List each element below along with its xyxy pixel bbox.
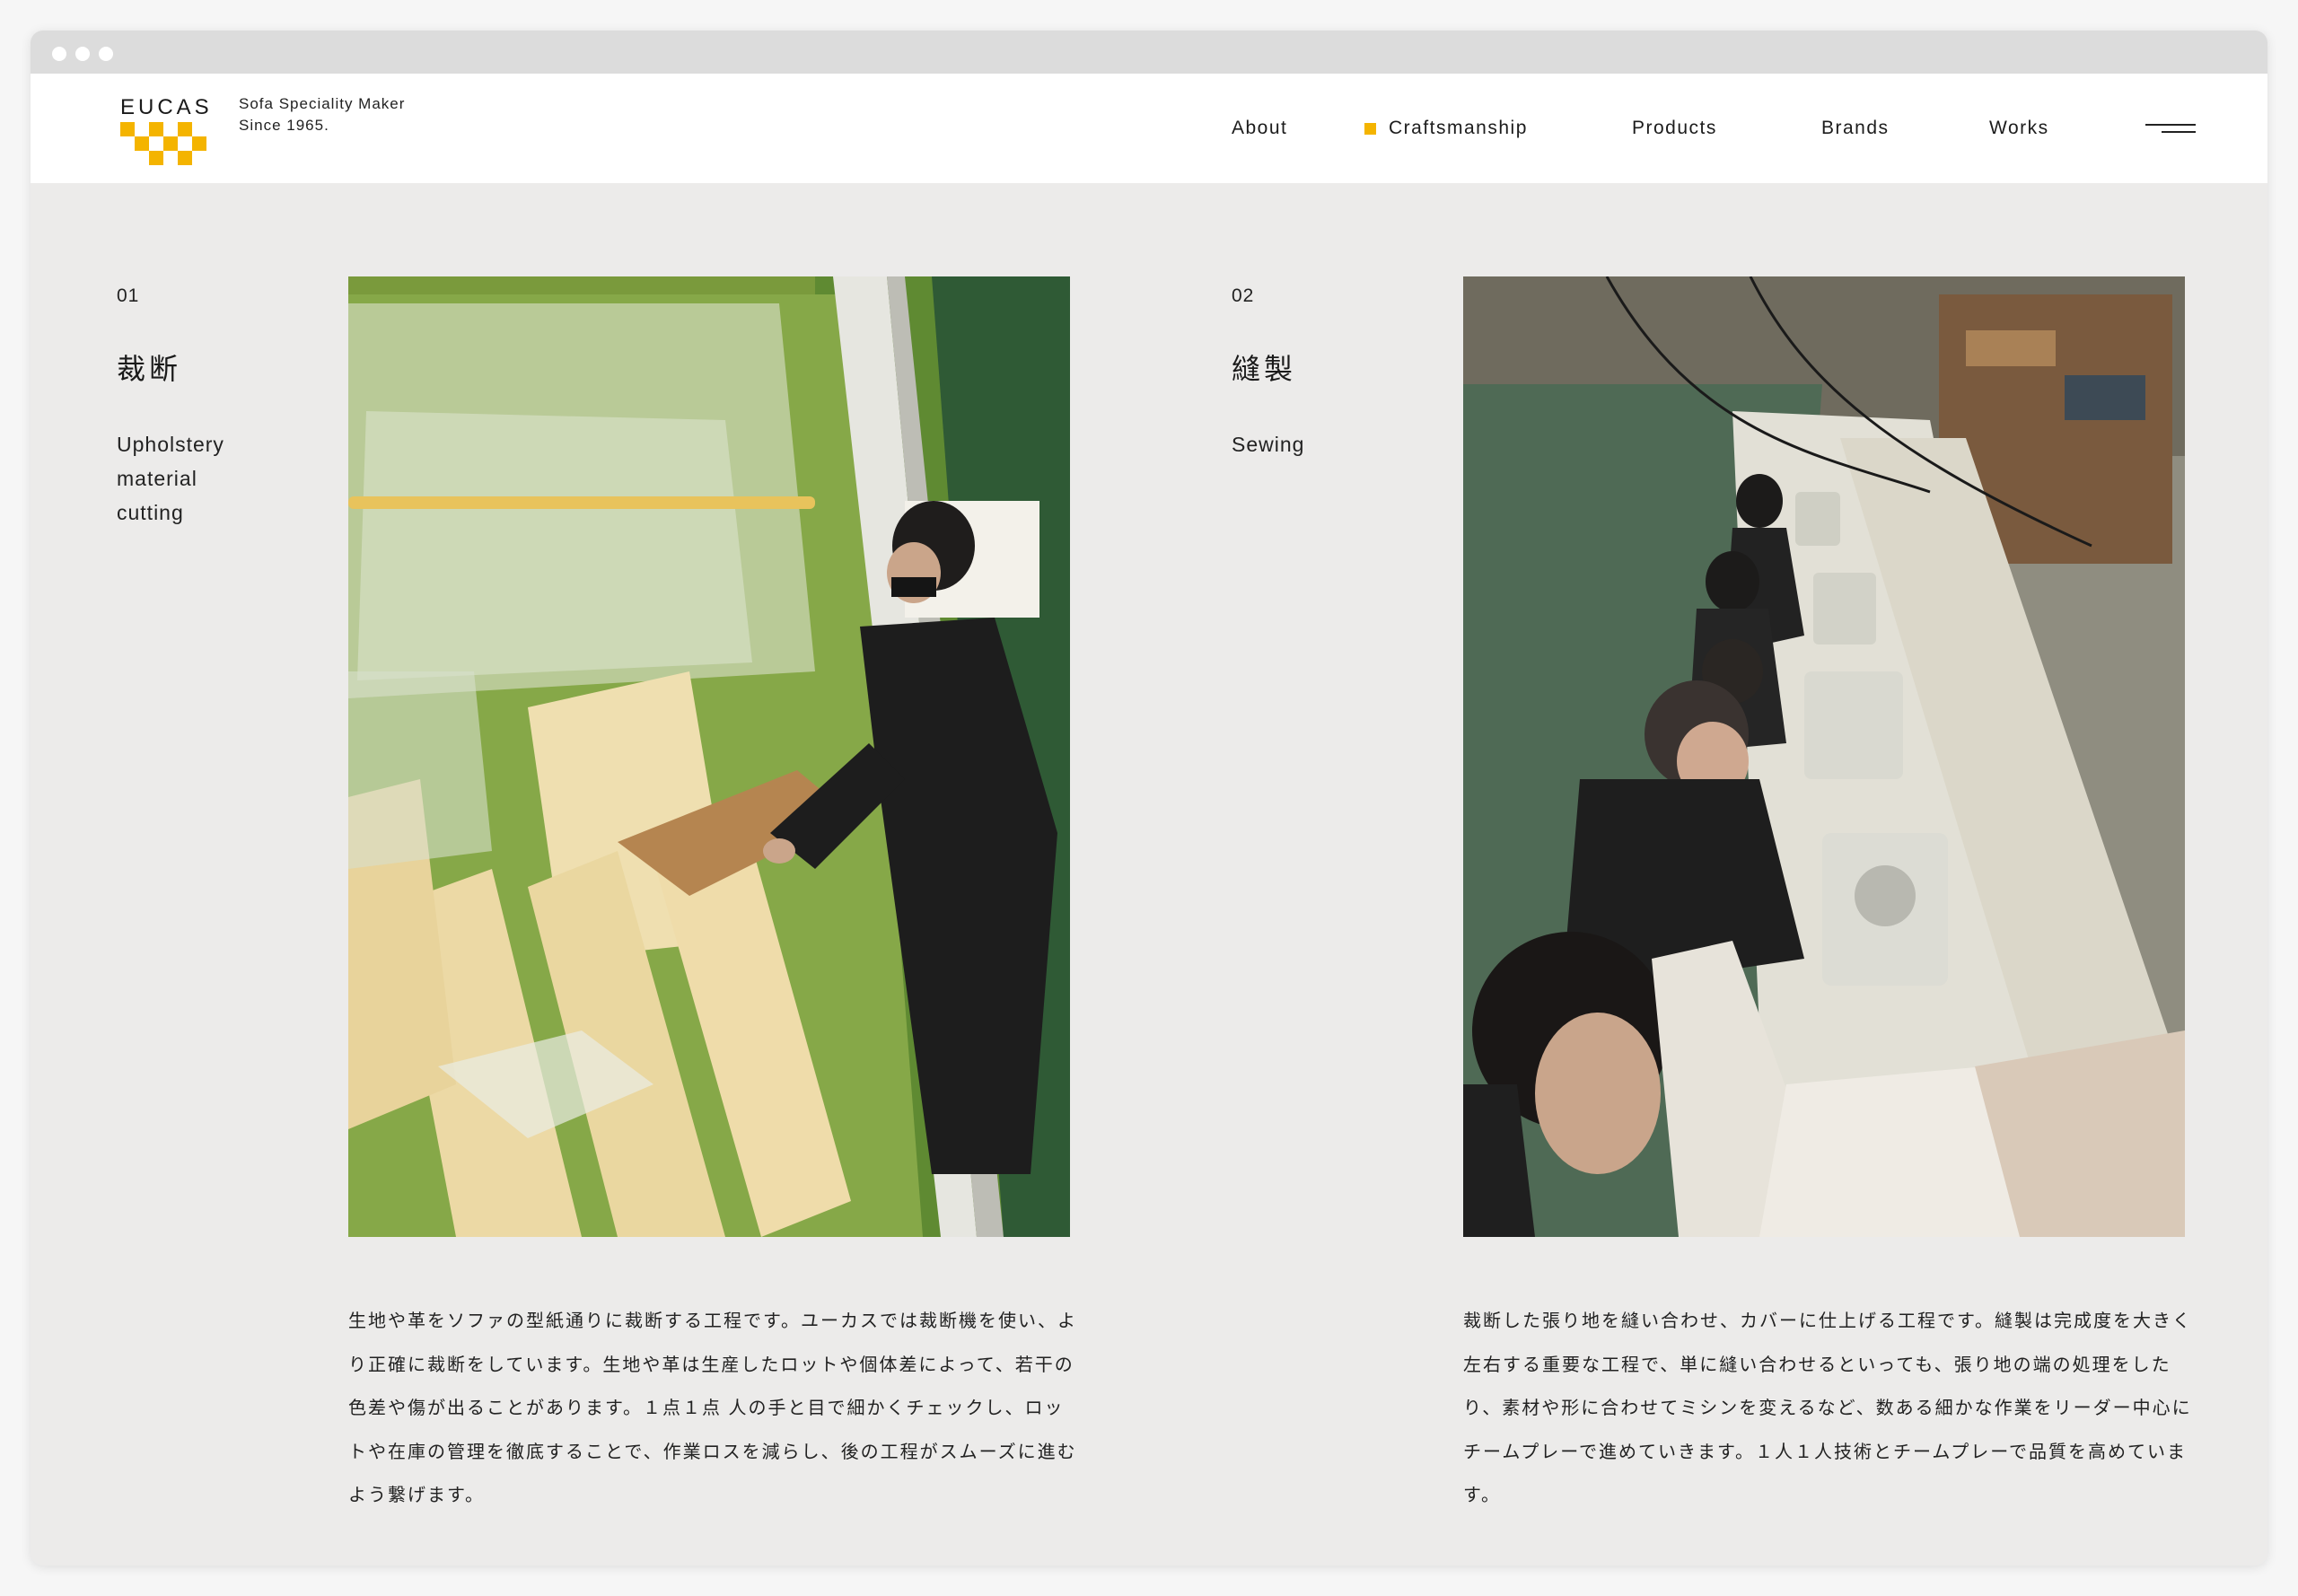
- main-nav: About Craftsmanship Products Brands Work…: [31, 74, 2267, 183]
- step-title-en: Upholstery material cutting: [117, 427, 278, 530]
- sewing-illustration: [1463, 276, 2185, 1237]
- window-dot-icon[interactable]: [52, 47, 66, 61]
- step-title-en: Sewing: [1232, 427, 1393, 461]
- step-number: 01: [117, 285, 140, 306]
- nav-item-about[interactable]: About: [1232, 74, 1287, 183]
- hamburger-menu-icon[interactable]: [2145, 120, 2197, 138]
- sewing-photo: [1463, 276, 2185, 1237]
- step-title-en-line: Sewing: [1232, 433, 1305, 456]
- step-description: 生地や革をソファの型紙通りに裁断する工程です。ユーカスでは裁断機を使い、より正確…: [348, 1311, 1077, 1505]
- nav-item-label: Brands: [1821, 118, 1890, 138]
- step-title-en-line: Upholstery: [117, 433, 224, 456]
- nav-item-label: Works: [1989, 118, 2049, 138]
- nav-item-label: About: [1232, 118, 1288, 138]
- nav-item-label: Products: [1632, 118, 1717, 138]
- nav-item-craftsmanship[interactable]: Craftsmanship: [1364, 74, 1528, 183]
- browser-window: EUCAS Sofa Speciality Maker Since 1965. …: [31, 31, 2267, 1565]
- nav-item-label: Craftsmanship: [1389, 118, 1528, 138]
- step-title-en-line: material: [117, 467, 197, 490]
- site-header: EUCAS Sofa Speciality Maker Since 1965. …: [31, 74, 2267, 183]
- nav-item-brands[interactable]: Brands: [1821, 74, 1890, 183]
- step-description: 裁断した張り地を縫い合わせ、カバーに仕上げる工程です。縫製は完成度を大きく左右す…: [1463, 1311, 2192, 1505]
- cutting-illustration: [348, 276, 1070, 1237]
- active-marker-icon: [1364, 122, 1376, 135]
- nav-item-works[interactable]: Works: [1989, 74, 2049, 183]
- window-dot-icon[interactable]: [75, 47, 90, 61]
- step-number: 02: [1232, 285, 1255, 306]
- window-dot-icon[interactable]: [99, 47, 113, 61]
- cutting-photo: [348, 276, 1070, 1237]
- step-title-jp: 縫製: [1232, 352, 1297, 386]
- step-title-en-line: cutting: [117, 501, 184, 524]
- window-titlebar: [31, 31, 2267, 74]
- step-title-jp: 裁断: [117, 352, 182, 386]
- nav-item-products[interactable]: Products: [1632, 74, 1717, 183]
